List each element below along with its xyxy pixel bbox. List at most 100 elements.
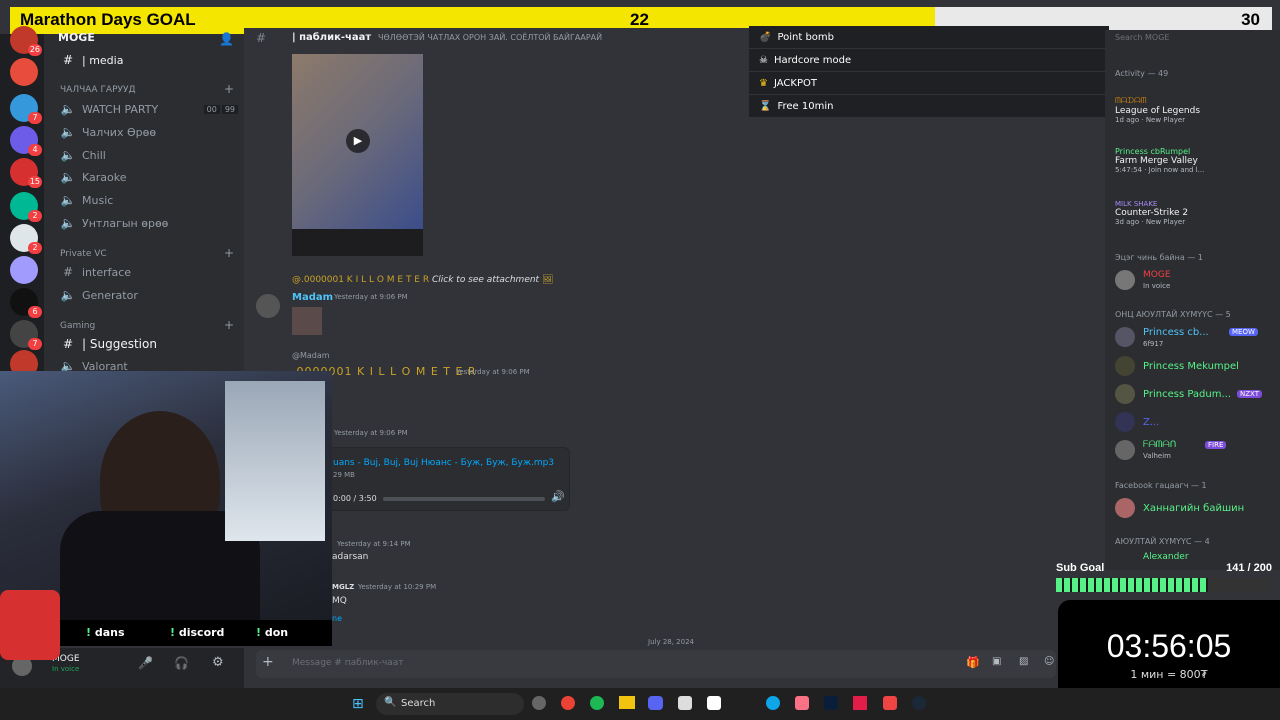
avatar[interactable] [1115,327,1135,347]
member-name[interactable]: Z... [1143,417,1159,428]
message-author[interactable]: Madam [292,292,333,303]
gif-icon[interactable]: ▣ [992,656,1001,667]
settings-gear-icon[interactable]: ⚙ [212,655,224,670]
message-mention[interactable]: ne [332,614,342,623]
member-name[interactable]: Princess cb... [1143,327,1209,338]
activity-card[interactable]: ᗰᗩᗪᗩᗰ League of Legends 1d ago · New Pla… [1115,96,1275,124]
server-icon[interactable] [10,58,38,86]
add-attachment-icon[interactable]: + [262,654,274,670]
channel-chalchih[interactable]: 🔈 Чалчих Өрөө [60,121,238,143]
channel-untlagyn[interactable]: 🔈 Унтлагын өрөө [60,212,238,234]
folder-icon[interactable] [619,696,635,709]
emoji-icon[interactable]: ☺ [1044,656,1054,667]
member-name[interactable]: Princess Mekumpel [1143,361,1239,372]
category-chalchaa[interactable]: ЧАЛЧАА ГАРУУД [60,85,136,95]
search-input[interactable]: Search MOGE [1115,33,1169,42]
video-attachment[interactable]: ▶ [292,54,423,256]
avatar[interactable] [1115,412,1135,432]
add-channel-icon[interactable]: + [224,82,234,96]
message-author[interactable]: MGLZ [332,583,354,591]
sub-goal-value: 141 / 200 [1226,562,1272,574]
avatar[interactable] [1115,384,1135,404]
headphones-icon[interactable]: 🎧 [174,656,189,670]
overlay-free-10min: ⌛ Free 10min [749,95,1109,117]
audio-filename[interactable]: uans - Buj, Buj, Buj Нюанс - Буж, Буж, Б… [333,458,554,468]
spotify-icon[interactable] [590,696,604,710]
gift-icon[interactable]: 🎁 [966,656,980,669]
avatar[interactable] [256,294,280,318]
channel-sidebar: MOGE 👤 # | media ЧАЛЧАА ГАРУУД + 🔈 WATCH P… [44,31,244,374]
timer-value: 03:56:05 [1106,628,1232,664]
audio-attachment[interactable]: uans - Buj, Buj, Buj Нюанс - Буж, Буж, Б… [326,447,570,511]
sticker-image[interactable] [292,307,322,335]
app-icon[interactable] [766,696,780,710]
server-icon[interactable]: 15 [10,158,42,188]
server-icon[interactable]: 7 [10,320,42,350]
activity-card[interactable]: MILK SHAKE Counter-Strike 2 3d ago · New… [1115,200,1275,226]
server-icon[interactable]: 26 [10,26,42,56]
member-name[interactable]: MOGE [1143,270,1171,280]
notion-icon[interactable] [707,696,721,710]
activity-header[interactable]: Activity — 49 [1115,69,1168,78]
channel-media[interactable]: # | media [60,49,238,71]
add-channel-icon[interactable]: + [224,246,234,260]
channel-suggestion[interactable]: # | Suggestion [60,333,238,355]
activity-card[interactable]: Princess cbRumpel Farm Merge Valley 5:47… [1115,147,1275,174]
photoshop-icon[interactable] [824,696,838,710]
taskbar-search[interactable]: 🔍 Search [376,693,524,715]
chrome-icon[interactable] [561,696,575,710]
category-private-vc[interactable]: Private VC [60,249,107,259]
app-icon[interactable] [853,696,867,710]
chat-area: # | паблик-чаат ЧӨЛӨӨТЭЙ ЧАТЛАХ ОРОН ЗАЙ… [244,28,1054,648]
sticker-icon[interactable]: ▨ [1019,656,1028,667]
timer-rate: 1 мин = 800₮ [1130,668,1208,681]
server-icon[interactable]: 4 [10,126,42,156]
hash-icon: # [62,265,74,279]
date-divider: July 28, 2024 [648,638,694,646]
volume-icon[interactable]: 🔊 [551,490,565,503]
channel-music[interactable]: 🔈 Music [60,189,238,211]
channel-title: | паблик-чаат [292,32,372,43]
server-icon[interactable]: 7 [10,94,42,124]
server-icon[interactable] [10,256,38,284]
music-icon[interactable] [795,696,809,710]
avatar[interactable] [1115,498,1135,518]
channel-watch-party[interactable]: 🔈 WATCH PARTY 00 99 [60,98,238,120]
channel-chill[interactable]: 🔈 Chill [60,144,238,166]
avatar[interactable] [1115,440,1135,460]
arcade-logo [0,590,60,660]
channel-interface[interactable]: # interface [60,261,238,283]
channel-generator[interactable]: 🔈 Generator [60,284,238,306]
play-icon[interactable]: ▶ [346,129,370,153]
speaker-icon: 🔈 [60,216,76,230]
app-icon[interactable] [532,696,546,710]
server-icon[interactable]: 6 [10,288,42,318]
steam-icon[interactable] [912,696,926,710]
member-status: In voice [1143,282,1171,290]
member-name[interactable]: Princess Padum... [1143,389,1231,400]
chat-commands-bar: ! dans ! discord ! don [60,620,332,646]
message-composer[interactable]: + Message # паблик-чаат 🎁 ▣ ▨ ☺ [256,650,1056,678]
server-icon[interactable]: 2 [10,192,42,222]
app-icon[interactable] [883,696,897,710]
category-gaming[interactable]: Gaming [60,321,95,331]
reply-preview[interactable]: @.0000001 K I L L O M E T E R Click to s… [292,275,553,285]
avatar[interactable] [1115,356,1135,376]
mute-icon[interactable]: 🎤 [138,656,153,670]
member-name[interactable]: Ханнагийн байшин [1143,503,1244,514]
avatar[interactable] [1115,270,1135,290]
reply-preview[interactable]: @Madam [292,351,330,360]
channel-karaoke[interactable]: 🔈 Karaoke [60,166,238,188]
discord-icon[interactable] [648,696,663,710]
audio-time: 0:00 / 3:50 [333,494,377,503]
audio-seek-bar[interactable] [383,497,545,501]
message-input[interactable]: Message # паблик-чаат [292,658,404,668]
server-name[interactable]: MOGE [58,31,95,44]
server-icon[interactable]: 2 [10,224,42,254]
add-channel-icon[interactable]: + [224,318,234,332]
message-time: Yesterday at 9:06 PM [334,429,408,437]
member-name[interactable]: ᖴᗩᗰᗩᑎ [1143,440,1176,450]
windows-start-icon[interactable]: ⊞ [352,696,364,712]
add-member-icon[interactable]: 👤 [219,32,234,46]
app-icon[interactable] [678,696,692,710]
